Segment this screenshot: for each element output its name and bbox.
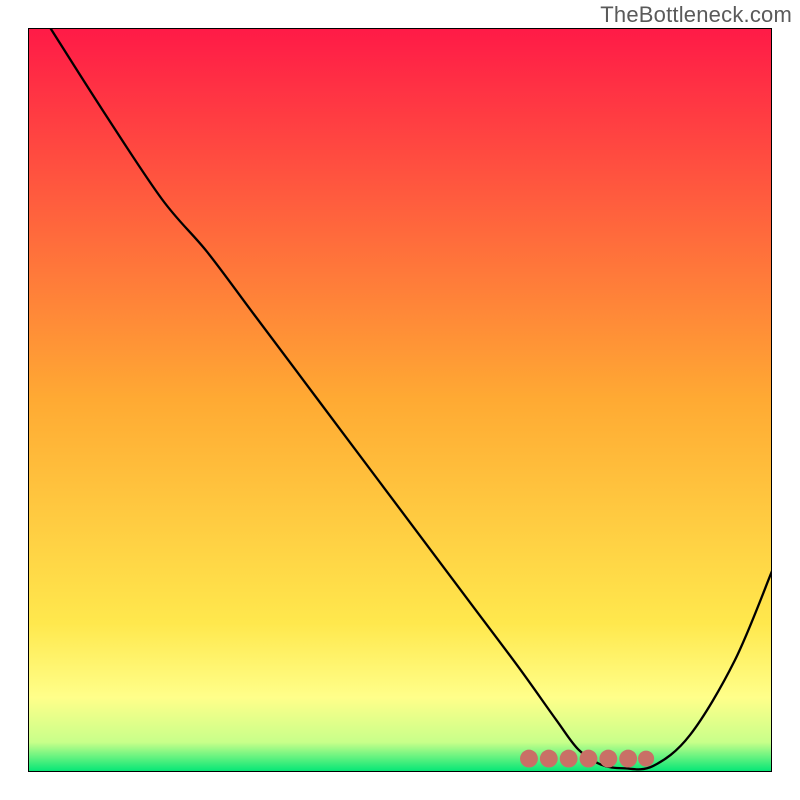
chart-container — [28, 28, 772, 772]
bottleneck-chart — [28, 28, 772, 772]
watermark-text: TheBottleneck.com — [600, 2, 792, 28]
chart-background — [28, 28, 772, 772]
